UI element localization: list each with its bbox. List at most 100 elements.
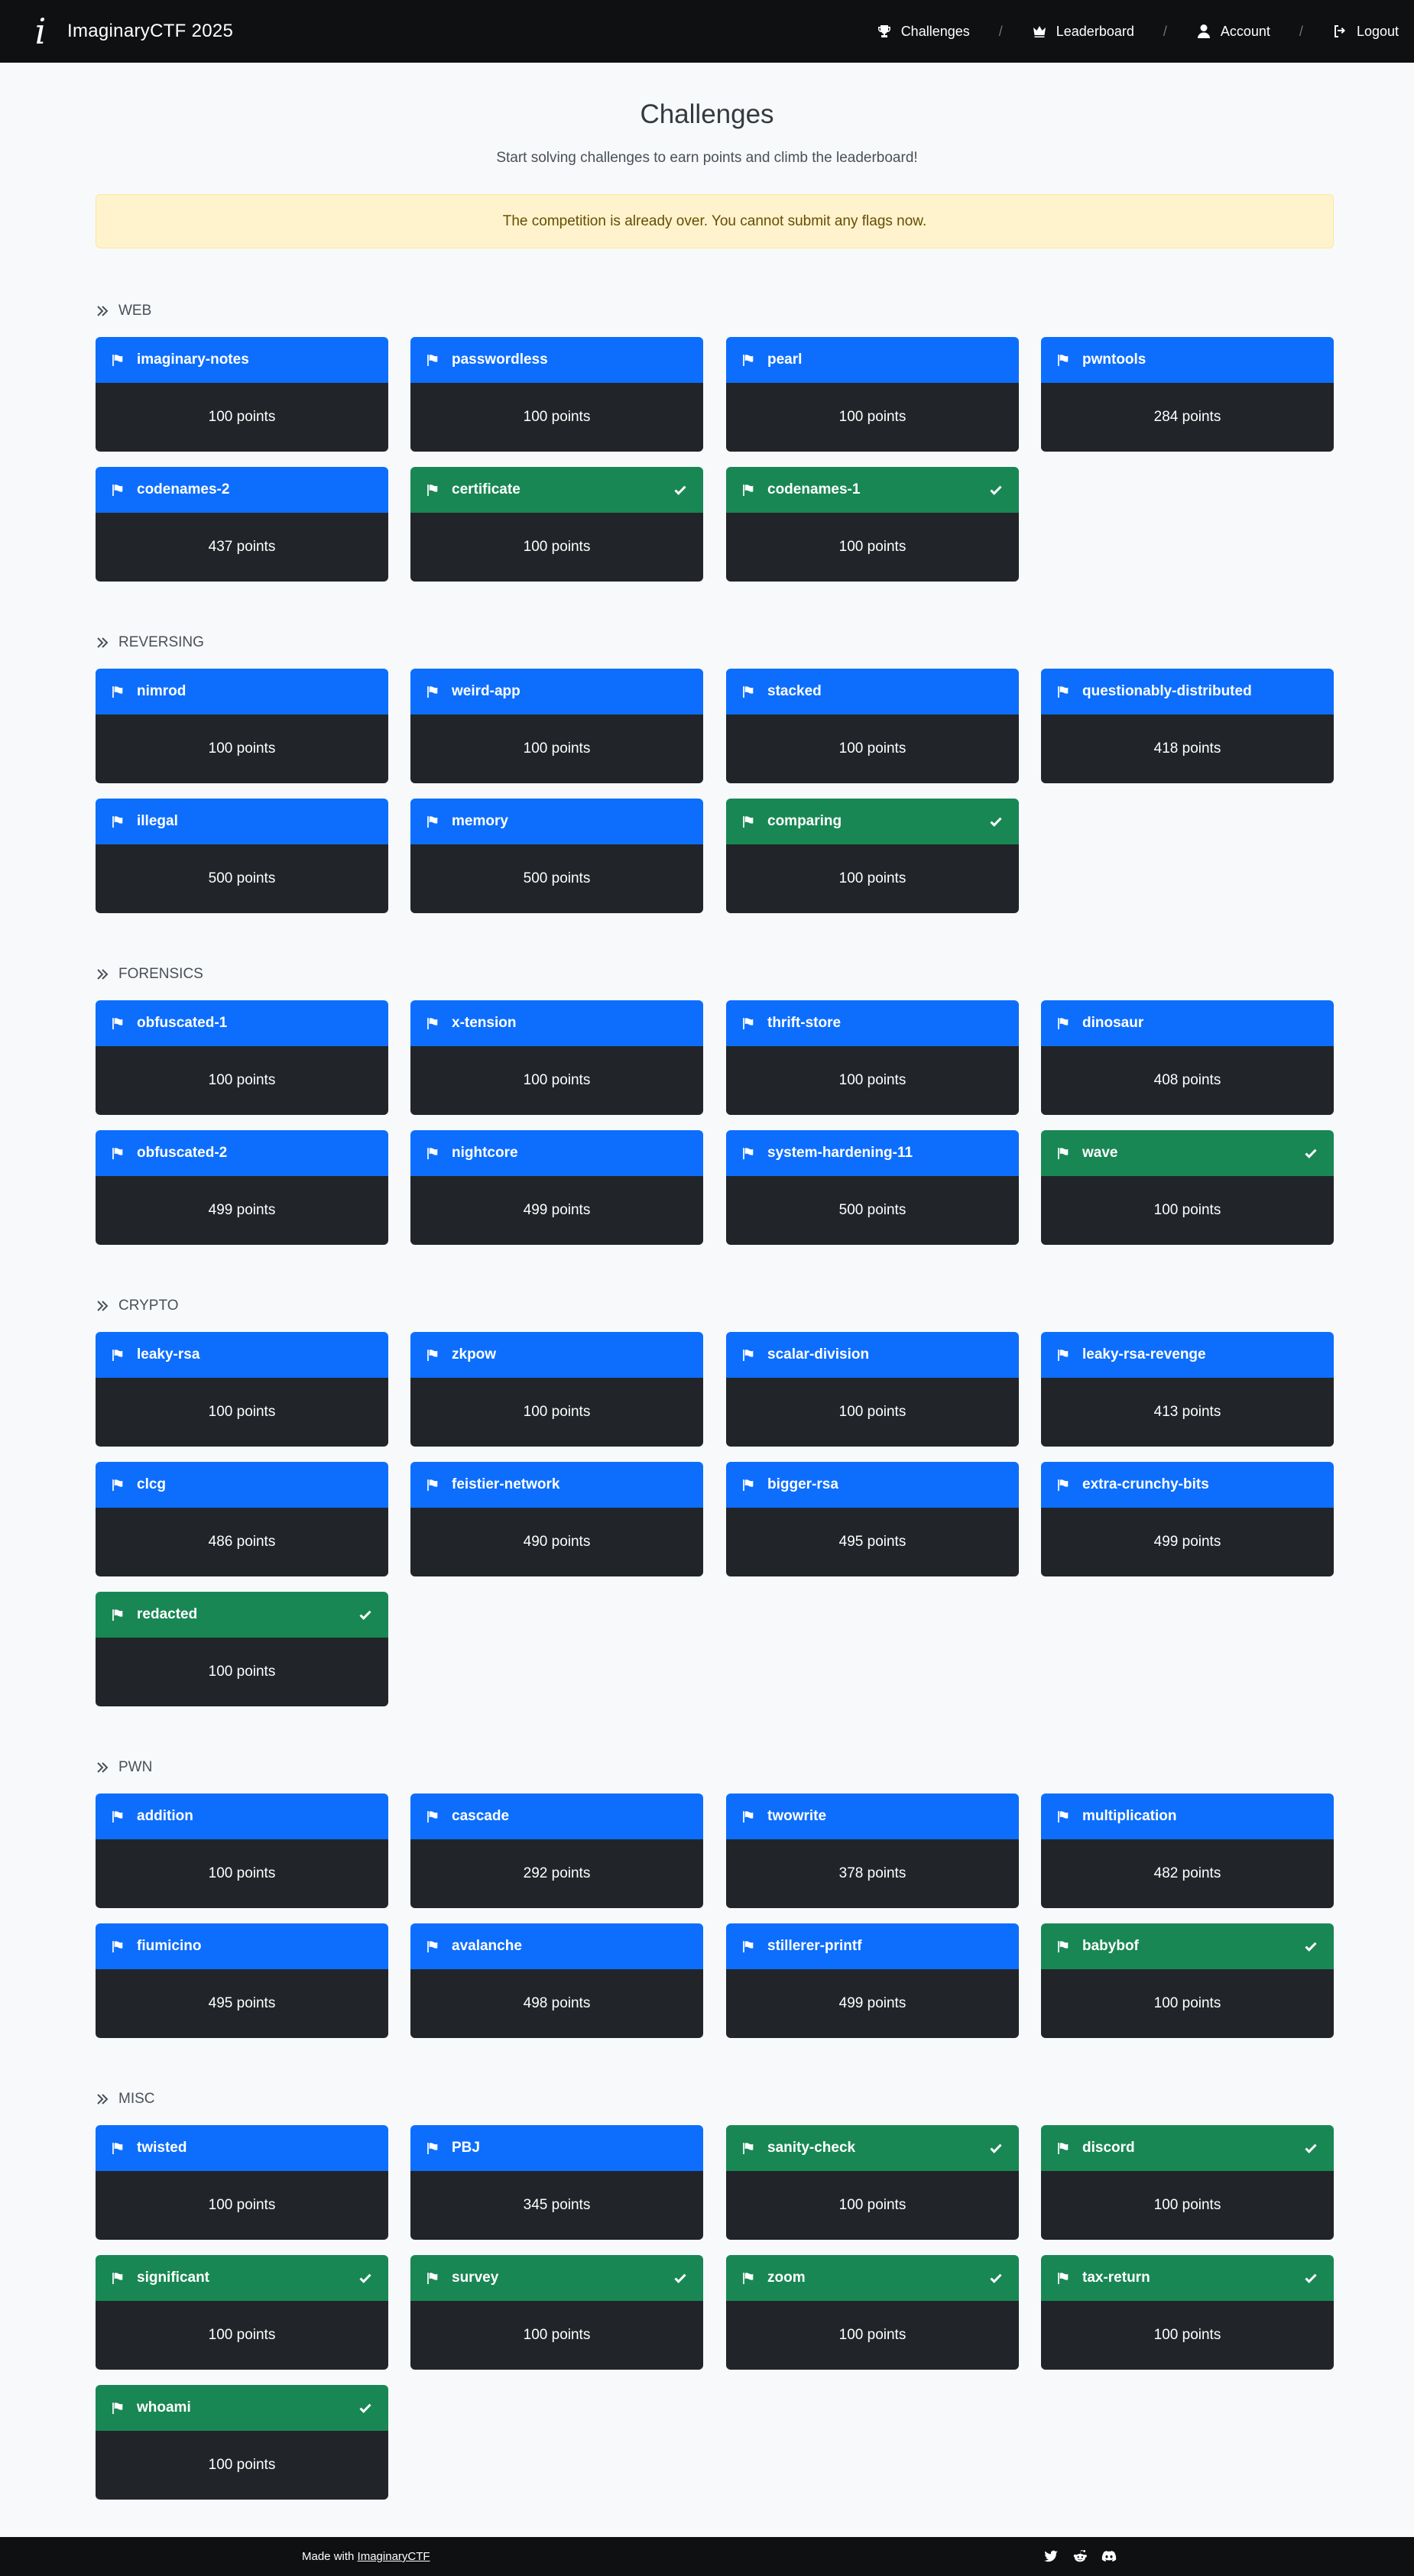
challenge-card[interactable]: zkpow 100 points: [410, 1332, 703, 1447]
category-heading: CRYPTO: [96, 1298, 179, 1314]
flag-icon: [743, 1810, 754, 1823]
flag-icon: [427, 2272, 438, 2284]
challenge-card-header: nimrod: [96, 669, 388, 714]
challenge-card[interactable]: system-hardening-11 500 points: [726, 1130, 1019, 1245]
challenge-card-header: pwntools: [1041, 337, 1334, 383]
challenge-card-header: codenames-1: [726, 467, 1019, 513]
challenge-card[interactable]: leaky-rsa 100 points: [96, 1332, 388, 1447]
challenge-card[interactable]: stacked 100 points: [726, 669, 1019, 783]
challenge-card[interactable]: dinosaur 408 points: [1041, 1000, 1334, 1115]
challenge-card[interactable]: codenames-1 100 points: [726, 467, 1019, 582]
brand-link[interactable]: i ImaginaryCTF 2025: [29, 14, 233, 49]
challenge-card[interactable]: tax-return 100 points: [1041, 2255, 1334, 2370]
challenge-name: PBJ: [452, 2140, 480, 2156]
flag-icon: [1058, 1017, 1069, 1029]
challenge-card[interactable]: fiumicino 495 points: [96, 1923, 388, 2038]
challenge-card[interactable]: obfuscated-2 499 points: [96, 1130, 388, 1245]
challenge-card[interactable]: discord 100 points: [1041, 2125, 1334, 2240]
twitter-icon[interactable]: [1043, 2548, 1059, 2564]
challenge-card[interactable]: redacted 100 points: [96, 1592, 388, 1706]
challenge-card-header: clcg: [96, 1462, 388, 1508]
flag-icon: [427, 1349, 438, 1361]
flag-icon: [1058, 1940, 1069, 1952]
challenge-card[interactable]: x-tension 100 points: [410, 1000, 703, 1115]
challenge-card[interactable]: significant 100 points: [96, 2255, 388, 2370]
flag-icon: [112, 484, 123, 496]
nav-item-account[interactable]: Account: [1193, 24, 1273, 40]
flag-icon: [112, 1609, 123, 1621]
challenge-card[interactable]: pwntools 284 points: [1041, 337, 1334, 452]
challenge-name: questionably-distributed: [1082, 683, 1252, 699]
challenge-card[interactable]: multiplication 482 points: [1041, 1793, 1334, 1908]
footer-link[interactable]: ImaginaryCTF: [358, 2550, 430, 2563]
challenge-card[interactable]: survey 100 points: [410, 2255, 703, 2370]
flag-icon: [112, 2142, 123, 2154]
challenge-name: nightcore: [452, 1145, 518, 1161]
challenge-card[interactable]: nightcore 499 points: [410, 1130, 703, 1245]
challenge-card[interactable]: whoami 100 points: [96, 2385, 388, 2500]
challenge-card[interactable]: extra-crunchy-bits 499 points: [1041, 1462, 1334, 1576]
challenge-card[interactable]: bigger-rsa 495 points: [726, 1462, 1019, 1576]
challenge-card[interactable]: wave 100 points: [1041, 1130, 1334, 1245]
discord-icon[interactable]: [1101, 2548, 1117, 2564]
challenge-points: 495 points: [726, 1508, 1019, 1576]
challenge-card[interactable]: weird-app 100 points: [410, 669, 703, 783]
challenge-points: 495 points: [96, 1969, 388, 2038]
flag-icon: [427, 1017, 438, 1029]
challenge-card[interactable]: stillerer-printf 499 points: [726, 1923, 1019, 2038]
challenge-card-header: system-hardening-11: [726, 1130, 1019, 1176]
challenge-card[interactable]: zoom 100 points: [726, 2255, 1019, 2370]
challenge-card[interactable]: imaginary-notes 100 points: [96, 337, 388, 452]
challenge-name: addition: [137, 1808, 193, 1824]
challenge-card[interactable]: twisted 100 points: [96, 2125, 388, 2240]
challenge-points: 490 points: [410, 1508, 703, 1576]
challenge-card[interactable]: questionably-distributed 418 points: [1041, 669, 1334, 783]
challenge-card[interactable]: sanity-check 100 points: [726, 2125, 1019, 2240]
challenge-card[interactable]: nimrod 100 points: [96, 669, 388, 783]
challenge-points: 486 points: [96, 1508, 388, 1576]
challenge-card[interactable]: obfuscated-1 100 points: [96, 1000, 388, 1115]
nav-item-challenges[interactable]: Challenges: [874, 24, 973, 40]
reddit-icon[interactable]: [1072, 2548, 1088, 2564]
challenge-card[interactable]: leaky-rsa-revenge 413 points: [1041, 1332, 1334, 1447]
challenge-name: passwordless: [452, 352, 548, 368]
challenge-name: leaky-rsa: [137, 1346, 200, 1363]
challenge-card[interactable]: codenames-2 437 points: [96, 467, 388, 582]
double-chevron-right-icon: [97, 306, 109, 316]
flag-icon: [427, 815, 438, 828]
challenge-card[interactable]: scalar-division 100 points: [726, 1332, 1019, 1447]
challenge-card-header: zoom: [726, 2255, 1019, 2301]
challenge-card-header: multiplication: [1041, 1793, 1334, 1839]
flag-icon: [112, 354, 123, 366]
challenge-card[interactable]: clcg 486 points: [96, 1462, 388, 1576]
challenge-card[interactable]: addition 100 points: [96, 1793, 388, 1908]
challenge-card[interactable]: certificate 100 points: [410, 467, 703, 582]
challenge-card[interactable]: feistier-network 490 points: [410, 1462, 703, 1576]
nav-item-leaderboard[interactable]: Leaderboard: [1029, 24, 1137, 40]
challenge-card[interactable]: pearl 100 points: [726, 337, 1019, 452]
category-heading: WEB: [96, 303, 151, 319]
flag-icon: [427, 2142, 438, 2154]
nav-item-logout[interactable]: Logout: [1329, 24, 1402, 40]
challenge-name: nimrod: [137, 683, 186, 699]
challenge-card[interactable]: twowrite 378 points: [726, 1793, 1019, 1908]
logout-icon: [1334, 25, 1345, 37]
challenge-points: 499 points: [410, 1176, 703, 1245]
challenge-card-header: scalar-division: [726, 1332, 1019, 1378]
challenge-card[interactable]: avalanche 498 points: [410, 1923, 703, 2038]
flag-icon: [112, 1810, 123, 1823]
challenge-name: memory: [452, 813, 508, 829]
challenge-card[interactable]: thrift-store 100 points: [726, 1000, 1019, 1115]
challenge-card[interactable]: babybof 100 points: [1041, 1923, 1334, 2038]
challenge-name: dinosaur: [1082, 1015, 1144, 1031]
challenge-card[interactable]: PBJ 345 points: [410, 2125, 703, 2240]
challenge-card[interactable]: passwordless 100 points: [410, 337, 703, 452]
challenge-card-header: questionably-distributed: [1041, 669, 1334, 714]
challenge-card[interactable]: cascade 292 points: [410, 1793, 703, 1908]
challenge-card-header: whoami: [96, 2385, 388, 2431]
challenge-card[interactable]: comparing 100 points: [726, 799, 1019, 913]
challenge-card[interactable]: illegal 500 points: [96, 799, 388, 913]
challenge-card[interactable]: memory 500 points: [410, 799, 703, 913]
challenge-name: cascade: [452, 1808, 510, 1824]
challenge-card-header: survey: [410, 2255, 703, 2301]
